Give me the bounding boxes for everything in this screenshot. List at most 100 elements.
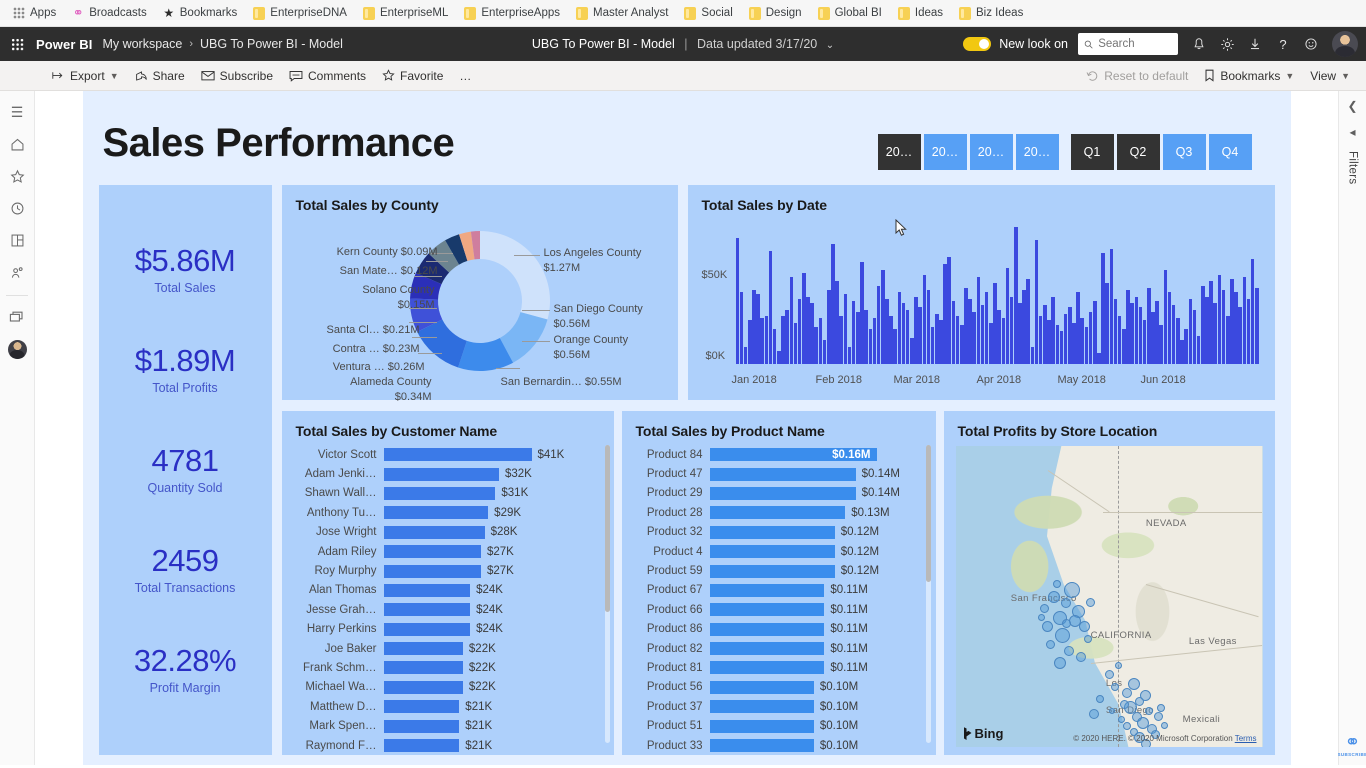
bing-map[interactable]: NEVADA CALIFORNIA San Francisco Las Vega…: [955, 446, 1263, 747]
date-bar[interactable]: [880, 270, 885, 364]
bookmark-biz-ideas[interactable]: Biz Ideas: [952, 5, 1030, 22]
date-bar[interactable]: [1122, 329, 1126, 364]
date-bar[interactable]: [1030, 346, 1035, 364]
bar-fill[interactable]: [383, 603, 471, 617]
date-bar[interactable]: [756, 294, 760, 364]
date-bar[interactable]: [1134, 296, 1139, 364]
date-bar[interactable]: [1117, 316, 1122, 364]
bar-fill[interactable]: [709, 583, 825, 597]
bar-row[interactable]: Frank Schm… $22K: [282, 658, 614, 677]
date-bar[interactable]: [1092, 300, 1097, 364]
date-bar[interactable]: [1126, 289, 1130, 364]
date-bar[interactable]: [1001, 318, 1006, 364]
bar-fill[interactable]: [383, 642, 463, 656]
bar-row[interactable]: Adam Riley $27K: [282, 542, 614, 561]
date-bar[interactable]: [964, 287, 968, 364]
date-bar[interactable]: [777, 350, 781, 364]
date-bar[interactable]: [1188, 298, 1193, 364]
bar-row[interactable]: Roy Murphy $27K: [282, 561, 614, 580]
date-bar[interactable]: [968, 298, 972, 364]
bookmark-global-bi[interactable]: Global BI: [811, 5, 889, 22]
sidebar-user-avatar[interactable]: [3, 334, 31, 364]
bar-fill[interactable]: $0.16M: [709, 448, 877, 462]
date-bar[interactable]: [897, 292, 902, 364]
date-bar[interactable]: [959, 324, 964, 364]
bar-row[interactable]: Product 84 $0.16M: [622, 445, 936, 464]
map-bubble[interactable]: [1127, 677, 1140, 690]
bar-fill[interactable]: [709, 739, 814, 753]
date-bar[interactable]: [835, 281, 839, 364]
date-bar[interactable]: [976, 276, 981, 364]
date-bar[interactable]: [905, 309, 910, 364]
bar-row[interactable]: Michael Wa… $22K: [282, 678, 614, 697]
new-look-toggle[interactable]: [963, 37, 992, 51]
map-bubble[interactable]: [1153, 712, 1163, 722]
date-bar[interactable]: [868, 329, 873, 364]
bar-row[interactable]: Product 51 $0.10M: [622, 716, 936, 735]
date-bar[interactable]: [1171, 305, 1176, 364]
date-bar[interactable]: [1230, 279, 1234, 364]
subscribe-badge[interactable]: ⚭ SUBSCRIBE: [1337, 733, 1366, 757]
date-bar[interactable]: [1005, 268, 1010, 364]
bar-row[interactable]: Product 82 $0.11M: [622, 639, 936, 658]
date-bar[interactable]: [860, 261, 864, 364]
kpi-quantity-sold[interactable]: 4781 Quantity Sold: [99, 445, 272, 495]
map-bubble[interactable]: [1064, 645, 1075, 656]
notifications-button[interactable]: [1186, 31, 1212, 57]
date-bar[interactable]: [951, 300, 956, 364]
date-bar[interactable]: [1043, 305, 1047, 364]
bookmark-apps[interactable]: Apps: [6, 5, 63, 21]
date-bar[interactable]: [764, 316, 769, 364]
visual-total-sales-by-date[interactable]: Total Sales by Date $50K $0K Jan 2018 Fe…: [687, 185, 1275, 400]
subscribe-button[interactable]: Subscribe: [193, 66, 281, 86]
bar-fill[interactable]: [709, 661, 825, 675]
date-bar[interactable]: [1184, 329, 1188, 364]
donut-slice[interactable]: [479, 231, 550, 320]
sidebar-item-shared-with-me[interactable]: [3, 257, 31, 287]
sidebar-item-favorites[interactable]: [3, 161, 31, 191]
date-bar[interactable]: [922, 274, 927, 364]
bar-row[interactable]: Joe Baker $22K: [282, 639, 614, 658]
chevron-down-icon[interactable]: ⌄: [821, 40, 834, 51]
bar-row[interactable]: Jesse Grah… $24K: [282, 600, 614, 619]
date-bar[interactable]: [1234, 292, 1238, 364]
date-bar[interactable]: [1009, 296, 1014, 364]
date-bar[interactable]: [955, 316, 960, 364]
date-bar[interactable]: [785, 309, 789, 364]
bar-fill[interactable]: [383, 700, 460, 714]
date-bar[interactable]: [1080, 318, 1085, 364]
quarter-slicer-tile-q3[interactable]: Q3: [1162, 134, 1206, 170]
date-bar[interactable]: [1097, 353, 1101, 364]
date-bar[interactable]: [1151, 311, 1155, 364]
export-button[interactable]: Export ▼: [44, 66, 127, 86]
date-bar[interactable]: [930, 326, 935, 364]
date-bar[interactable]: [939, 320, 943, 364]
date-bar[interactable]: [1217, 274, 1222, 364]
date-bar[interactable]: [1088, 311, 1093, 364]
date-bar[interactable]: [793, 322, 798, 364]
search-input[interactable]: [1098, 38, 1172, 50]
date-bar[interactable]: [1018, 303, 1022, 364]
bar-fill[interactable]: [383, 622, 471, 636]
bar-fill[interactable]: [709, 603, 825, 617]
date-bar[interactable]: [1159, 324, 1163, 364]
date-bar[interactable]: [1109, 248, 1114, 364]
bar-row[interactable]: Product 86 $0.11M: [622, 620, 936, 639]
date-bar[interactable]: [993, 283, 997, 364]
sidebar-item-nav-menu[interactable]: ☰: [3, 97, 31, 127]
bar-row[interactable]: Adam Jenki… $32K: [282, 464, 614, 483]
date-bar[interactable]: [864, 309, 868, 364]
breadcrumb-workspace[interactable]: My workspace: [102, 37, 182, 51]
map-bubble[interactable]: [1095, 694, 1104, 703]
map-bubble[interactable]: [1061, 597, 1072, 608]
filter-icon[interactable]: ◂: [1349, 125, 1355, 139]
date-bar[interactable]: [1055, 324, 1060, 364]
quarter-slicer-tile-q2[interactable]: Q2: [1116, 134, 1160, 170]
bar-fill[interactable]: [383, 486, 496, 500]
account-avatar[interactable]: [1332, 31, 1358, 57]
map-bubble[interactable]: [1088, 708, 1099, 719]
date-bar[interactable]: [1242, 276, 1247, 364]
bar-fill[interactable]: [709, 506, 846, 520]
date-bar[interactable]: [1180, 340, 1184, 364]
share-button[interactable]: Share: [127, 66, 193, 86]
